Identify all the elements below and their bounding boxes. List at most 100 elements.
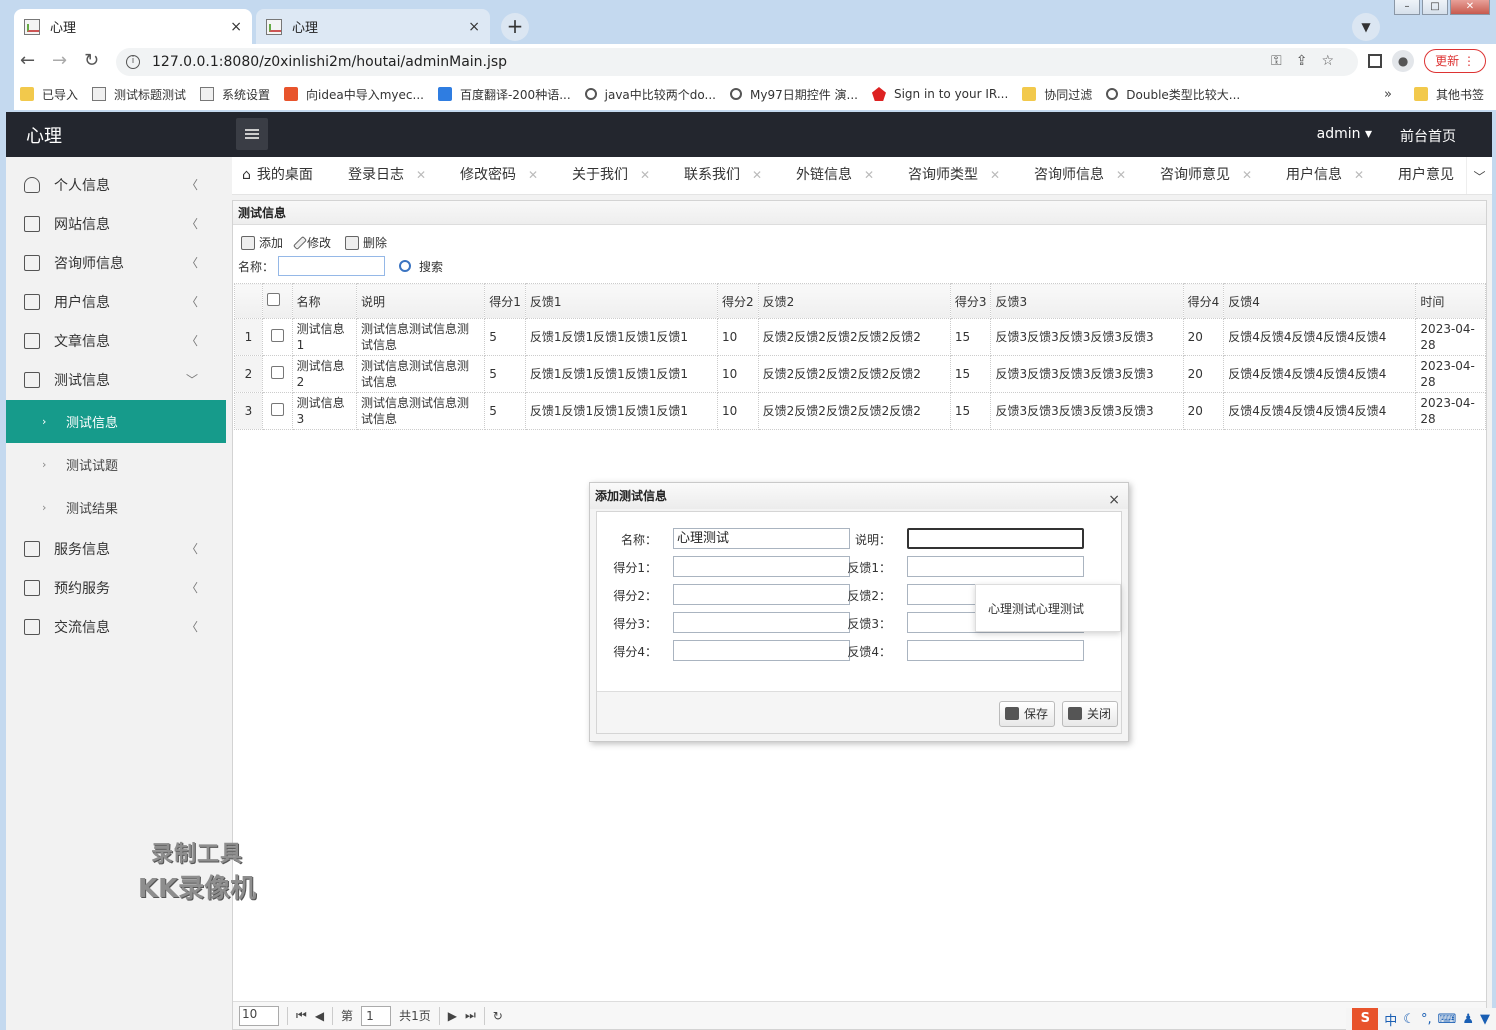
- sidebar-subitem[interactable]: › 测试结果: [6, 486, 226, 529]
- search-button[interactable]: 搜索: [419, 258, 443, 275]
- column-header[interactable]: 反馈4: [1223, 283, 1417, 319]
- sidebar-item[interactable]: 测试信息 ﹀: [6, 360, 226, 399]
- page-tab[interactable]: 修改密码 ✕: [460, 157, 538, 194]
- shirt-icon[interactable]: ▼: [1480, 1012, 1490, 1027]
- last-page-icon[interactable]: ⏭: [465, 1008, 476, 1023]
- sidebar-item[interactable]: 用户信息 〈: [6, 282, 226, 321]
- table-row[interactable]: 3 测试信息3 测试信息测试信息测试信息 5 反馈1反馈1反馈1反馈1反馈1 10 反馈2反…: [234, 392, 1486, 430]
- sidebar-item[interactable]: 交流信息 〈: [6, 607, 226, 646]
- back-arrow-icon[interactable]: ←: [20, 50, 35, 71]
- search-input[interactable]: [278, 256, 386, 276]
- row-checkbox[interactable]: [270, 365, 284, 379]
- bookmark-item[interactable]: My97日期控件 演...: [729, 86, 858, 103]
- side-panel-icon[interactable]: [1368, 54, 1383, 68]
- key-icon[interactable]: ⚿: [1271, 53, 1282, 69]
- frontend-home-link[interactable]: 前台首页: [1400, 126, 1456, 146]
- name-input[interactable]: 心理测试: [673, 528, 850, 549]
- other-bookmarks[interactable]: 其他书签: [1413, 86, 1484, 103]
- tab-close-icon[interactable]: ✕: [528, 168, 538, 182]
- column-header[interactable]: 反馈3: [990, 283, 1184, 319]
- column-header[interactable]: 反馈1: [524, 283, 719, 319]
- sidebar-item[interactable]: 咨询师信息 〈: [6, 243, 226, 282]
- column-header[interactable]: 得分3: [949, 283, 992, 319]
- page-tab[interactable]: 登录日志 ✕: [348, 157, 426, 194]
- row-select-cell[interactable]: [261, 392, 293, 430]
- bookmark-item[interactable]: Double类型比较大...: [1106, 86, 1240, 103]
- prev-page-icon[interactable]: ◀: [315, 1009, 324, 1023]
- page-tab[interactable]: 咨询师信息 ✕: [1034, 157, 1126, 194]
- score2-input[interactable]: [673, 584, 850, 605]
- save-button[interactable]: 保存: [999, 701, 1056, 727]
- row-checkbox[interactable]: [270, 402, 284, 416]
- tab-close-icon[interactable]: ✕: [864, 168, 874, 182]
- page-tab[interactable]: 关于我们 ✕: [572, 157, 650, 194]
- page-tab[interactable]: 咨询师类型 ✕: [908, 157, 1000, 194]
- column-header[interactable]: 说明: [356, 283, 486, 319]
- score3-input[interactable]: [673, 612, 850, 633]
- dialog-close-icon[interactable]: ×: [1108, 487, 1120, 513]
- page-size-select[interactable]: 10: [239, 1005, 279, 1026]
- user-icon[interactable]: ♟: [1462, 1012, 1474, 1027]
- user-menu[interactable]: admin ▾: [1317, 126, 1372, 142]
- tab-close-icon[interactable]: ✕: [416, 168, 426, 182]
- autocomplete-suggestion[interactable]: 心理测试心理测试: [975, 584, 1121, 632]
- tabs-dropdown-chevron-icon[interactable]: ﹀: [1466, 157, 1492, 194]
- sidebar-subitem[interactable]: › 测试信息: [6, 400, 226, 443]
- page-tab[interactable]: 外链信息 ✕: [796, 157, 874, 194]
- add-button[interactable]: 添加: [241, 234, 283, 251]
- page-tab[interactable]: 用户意见: [1398, 157, 1454, 194]
- reload-icon[interactable]: ↻: [84, 50, 99, 71]
- forward-arrow-icon[interactable]: →: [52, 50, 67, 71]
- first-page-icon[interactable]: ⏮: [296, 1008, 307, 1023]
- tab-close-icon[interactable]: ×: [230, 19, 242, 35]
- maximize-icon[interactable]: □: [1422, 0, 1448, 15]
- refresh-icon[interactable]: ↻: [493, 1009, 503, 1023]
- row-select-cell[interactable]: [261, 318, 293, 356]
- column-header[interactable]: 得分1: [484, 283, 526, 319]
- row-checkbox[interactable]: [270, 328, 284, 342]
- tab-close-icon[interactable]: ✕: [1116, 168, 1126, 182]
- bookmark-item[interactable]: 系统设置: [200, 86, 270, 103]
- tab-close-icon[interactable]: ✕: [990, 168, 1000, 182]
- dialog-close-button[interactable]: 关闭: [1062, 701, 1119, 727]
- star-icon[interactable]: ☆: [1321, 53, 1334, 69]
- sidebar-item[interactable]: 文章信息 〈: [6, 321, 226, 360]
- edit-button[interactable]: 修改: [292, 234, 331, 251]
- window-close-icon[interactable]: ✕: [1450, 0, 1490, 15]
- row-select-cell[interactable]: [261, 355, 293, 393]
- bookmark-item[interactable]: Sign in to your IR...: [871, 87, 1008, 101]
- moon-icon[interactable]: ☾: [1403, 1012, 1415, 1027]
- sidebar-item[interactable]: 个人信息 〈: [6, 165, 226, 204]
- page-number-input[interactable]: 1: [361, 1005, 392, 1026]
- browser-tab-active[interactable]: 心理 ×: [14, 9, 252, 44]
- score4-input[interactable]: [673, 640, 850, 661]
- tab-search-chevron-icon[interactable]: ▼: [1352, 13, 1380, 41]
- feedback1-input[interactable]: [907, 556, 1084, 577]
- site-info-icon[interactable]: i: [126, 55, 140, 69]
- ime-mode[interactable]: 中: [1384, 1010, 1397, 1029]
- bookmark-item[interactable]: 已导入: [20, 86, 78, 103]
- tab-close-icon[interactable]: ✕: [1354, 168, 1364, 182]
- table-row[interactable]: 2 测试信息2 测试信息测试信息测试信息 5 反馈1反馈1反馈1反馈1反馈1 10 反馈2反…: [234, 355, 1486, 393]
- tab-close-icon[interactable]: ✕: [752, 168, 762, 182]
- minimize-icon[interactable]: –: [1394, 0, 1420, 15]
- punctuation-icon[interactable]: °,: [1421, 1012, 1432, 1027]
- sidebar-item[interactable]: 预约服务 〈: [6, 568, 226, 607]
- bookmark-item[interactable]: 百度翻译-200种语...: [437, 86, 571, 103]
- next-page-icon[interactable]: ▶: [448, 1009, 457, 1023]
- feedback4-input[interactable]: [907, 640, 1084, 661]
- bookmark-item[interactable]: 测试标题测试: [92, 86, 186, 103]
- keyboard-icon[interactable]: ⌨: [1438, 1012, 1457, 1027]
- delete-button[interactable]: 删除: [345, 234, 387, 251]
- page-tab[interactable]: 用户信息 ✕: [1286, 157, 1364, 194]
- score1-input[interactable]: [673, 556, 850, 577]
- sidebar-subitem[interactable]: › 测试试题: [6, 443, 226, 486]
- bookmark-item[interactable]: java中比较两个do...: [584, 86, 716, 103]
- share-icon[interactable]: ⇪: [1296, 53, 1308, 69]
- tab-close-icon[interactable]: ×: [468, 19, 480, 35]
- new-tab-button[interactable]: +: [501, 13, 529, 41]
- update-button[interactable]: 更新 ⋮: [1424, 49, 1486, 73]
- profile-avatar-icon[interactable]: ●: [1392, 50, 1415, 72]
- desc-input[interactable]: [907, 528, 1084, 549]
- menu-toggle-icon[interactable]: [236, 118, 268, 150]
